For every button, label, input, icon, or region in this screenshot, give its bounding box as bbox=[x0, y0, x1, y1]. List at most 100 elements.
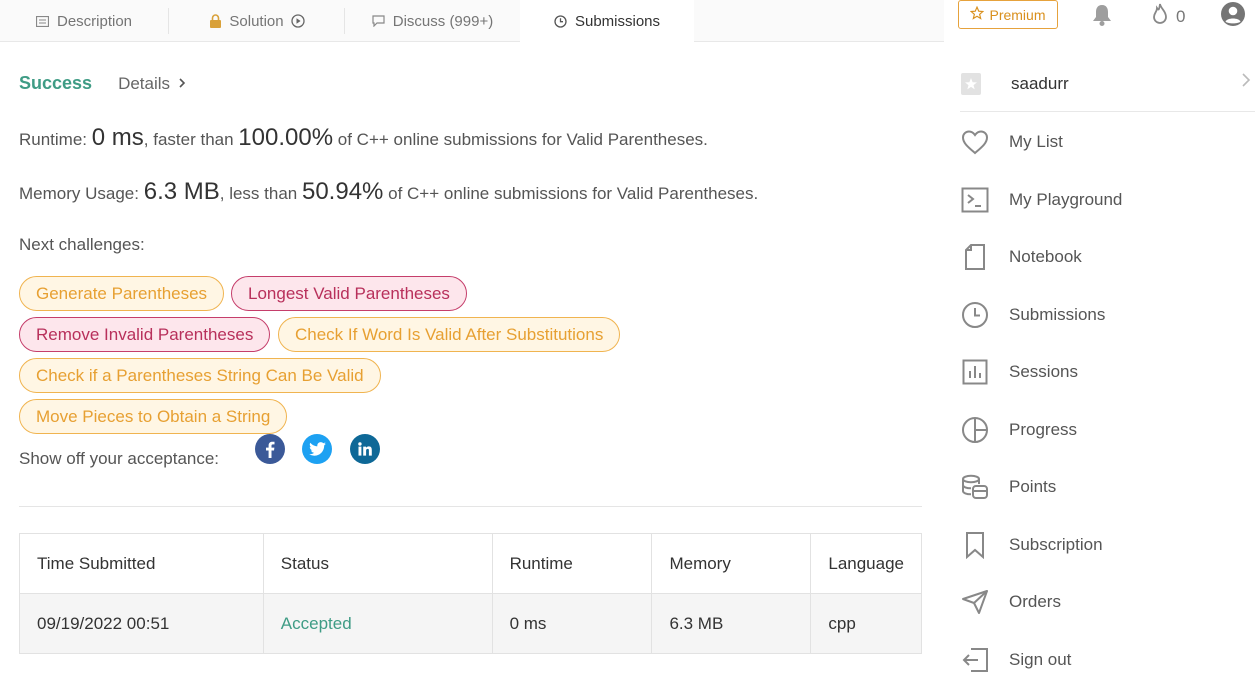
challenge-chip[interactable]: Check if a Parentheses String Can Be Val… bbox=[19, 358, 381, 393]
menu-profile-link[interactable]: saadurr bbox=[960, 64, 1255, 112]
menu-item-sessions[interactable]: Sessions bbox=[960, 352, 1250, 392]
chevron-right-icon bbox=[1241, 72, 1251, 93]
challenge-chip[interactable]: Check If Word Is Valid After Substitutio… bbox=[278, 317, 621, 352]
memory-cell: 6.3 MB bbox=[651, 593, 812, 654]
menu-item-label: Subscription bbox=[1009, 535, 1103, 554]
column-header: Status bbox=[262, 533, 493, 594]
details-link[interactable]: Details bbox=[118, 74, 186, 94]
menu-item-progress[interactable]: Progress bbox=[960, 410, 1250, 450]
lock-icon bbox=[208, 14, 222, 28]
tab-discuss[interactable]: Discuss (999+) bbox=[345, 0, 520, 42]
streak-counter[interactable]: 0 bbox=[1150, 2, 1185, 31]
result-status-row: Success Details bbox=[19, 73, 186, 94]
terminal-icon bbox=[960, 185, 990, 215]
premium-button[interactable]: Premium bbox=[958, 0, 1058, 29]
notifications-bell-icon[interactable] bbox=[1090, 2, 1114, 33]
accepted-link[interactable]: Accepted bbox=[281, 614, 352, 633]
fire-icon bbox=[1150, 2, 1170, 31]
section-divider bbox=[19, 506, 922, 507]
menu-item-sign-out[interactable]: Sign out bbox=[960, 640, 1250, 680]
menu-item-label: My Playground bbox=[1009, 190, 1123, 209]
column-header: Memory bbox=[651, 533, 812, 594]
tab-solution[interactable]: Solution bbox=[169, 0, 344, 42]
menu-item-my-list[interactable]: My List bbox=[960, 122, 1250, 162]
submissions-table: Time Submitted Status Runtime Memory Lan… bbox=[19, 533, 922, 654]
coins-icon bbox=[960, 472, 990, 502]
runtime-cell: 0 ms bbox=[491, 593, 653, 654]
description-icon bbox=[36, 14, 50, 28]
runtime-percent: 100.00% bbox=[238, 124, 334, 151]
tab-submissions[interactable]: Submissions bbox=[520, 0, 694, 43]
twitter-icon[interactable] bbox=[302, 434, 332, 464]
runtime-stat: Runtime: 0 ms, faster than 100.00% of C+… bbox=[19, 124, 708, 152]
memory-label: Memory Usage: bbox=[19, 184, 139, 203]
runtime-connector: , faster than bbox=[143, 130, 234, 149]
memory-connector: , less than bbox=[219, 184, 298, 203]
streak-count: 0 bbox=[1176, 6, 1186, 26]
send-icon bbox=[960, 587, 990, 617]
bookmark-icon bbox=[960, 530, 990, 560]
column-header: Runtime bbox=[491, 533, 653, 594]
share-label: Show off your acceptance: bbox=[19, 449, 220, 468]
menu-item-label: Points bbox=[1009, 477, 1057, 496]
play-circle-icon bbox=[290, 14, 305, 28]
challenge-chip[interactable]: Longest Valid Parentheses bbox=[231, 276, 467, 311]
menu-item-submissions[interactable]: Submissions bbox=[960, 295, 1250, 335]
memory-stat: Memory Usage: 6.3 MB, less than 50.94% o… bbox=[19, 178, 758, 206]
memory-percent: 50.94% bbox=[301, 178, 384, 205]
sign-out-icon bbox=[960, 645, 990, 675]
user-dropdown-menu: saadurr My List My Playground Notebook S… bbox=[944, 42, 1255, 687]
tab-label: Discuss (999+) bbox=[392, 12, 494, 30]
menu-item-my-playground[interactable]: My Playground bbox=[960, 180, 1250, 220]
menu-item-orders[interactable]: Orders bbox=[960, 582, 1250, 622]
share-row: Show off your acceptance: bbox=[19, 434, 380, 469]
profile-badge-icon bbox=[960, 72, 982, 101]
premium-label: Premium bbox=[989, 6, 1046, 23]
status-cell: Accepted bbox=[262, 593, 493, 654]
problem-tab-bar: Description Solution Discuss (999+) Subm… bbox=[0, 0, 944, 43]
menu-item-label: Sign out bbox=[1009, 650, 1072, 669]
chevron-right-icon bbox=[178, 74, 186, 94]
discuss-icon bbox=[372, 14, 386, 28]
pie-chart-icon bbox=[960, 415, 990, 445]
details-label: Details bbox=[118, 73, 171, 93]
linkedin-icon[interactable] bbox=[350, 434, 380, 464]
bar-chart-icon bbox=[960, 357, 990, 387]
challenge-chip[interactable]: Move Pieces to Obtain a String bbox=[19, 399, 288, 434]
star-icon bbox=[970, 5, 985, 23]
runtime-value: 0 ms bbox=[91, 124, 144, 151]
menu-username: saadurr bbox=[1011, 74, 1069, 93]
next-challenges-label: Next challenges: bbox=[19, 235, 145, 254]
menu-item-label: Notebook bbox=[1009, 247, 1082, 266]
menu-item-subscription[interactable]: Subscription bbox=[960, 525, 1250, 565]
column-header: Language bbox=[810, 533, 922, 594]
runtime-suffix: of C++ online submissions for Valid Pare… bbox=[337, 130, 708, 149]
tab-label: Description bbox=[56, 12, 133, 30]
menu-item-label: Sessions bbox=[1009, 362, 1078, 381]
menu-item-points[interactable]: Points bbox=[960, 467, 1250, 507]
memory-suffix: of C++ online submissions for Valid Pare… bbox=[388, 184, 759, 203]
tab-description[interactable]: Description bbox=[0, 0, 168, 42]
menu-item-label: Progress bbox=[1009, 420, 1078, 439]
runtime-label: Runtime: bbox=[19, 130, 88, 149]
challenge-chip[interactable]: Generate Parentheses bbox=[19, 276, 225, 311]
menu-item-label: Orders bbox=[1009, 592, 1061, 611]
language-cell: cpp bbox=[810, 593, 922, 654]
tab-label: Submissions bbox=[574, 12, 661, 30]
menu-item-label: Submissions bbox=[1009, 305, 1106, 324]
notebook-icon bbox=[960, 242, 990, 272]
facebook-icon[interactable] bbox=[255, 434, 285, 464]
table-header-row: Time Submitted Status Runtime Memory Lan… bbox=[19, 533, 922, 594]
heart-icon bbox=[960, 127, 990, 157]
time-submitted-cell: 09/19/2022 00:51 bbox=[19, 593, 264, 654]
table-row: 09/19/2022 00:51 Accepted 0 ms 6.3 MB cp… bbox=[19, 593, 922, 654]
column-header: Time Submitted bbox=[19, 533, 264, 594]
tab-label: Solution bbox=[229, 12, 284, 30]
challenge-chip[interactable]: Remove Invalid Parentheses bbox=[19, 317, 271, 352]
user-avatar-icon[interactable] bbox=[1220, 1, 1246, 32]
menu-item-notebook[interactable]: Notebook bbox=[960, 237, 1250, 277]
clock-icon bbox=[960, 300, 990, 330]
clock-icon bbox=[554, 14, 568, 28]
menu-item-label: My List bbox=[1009, 132, 1063, 151]
status-success: Success bbox=[19, 73, 93, 93]
